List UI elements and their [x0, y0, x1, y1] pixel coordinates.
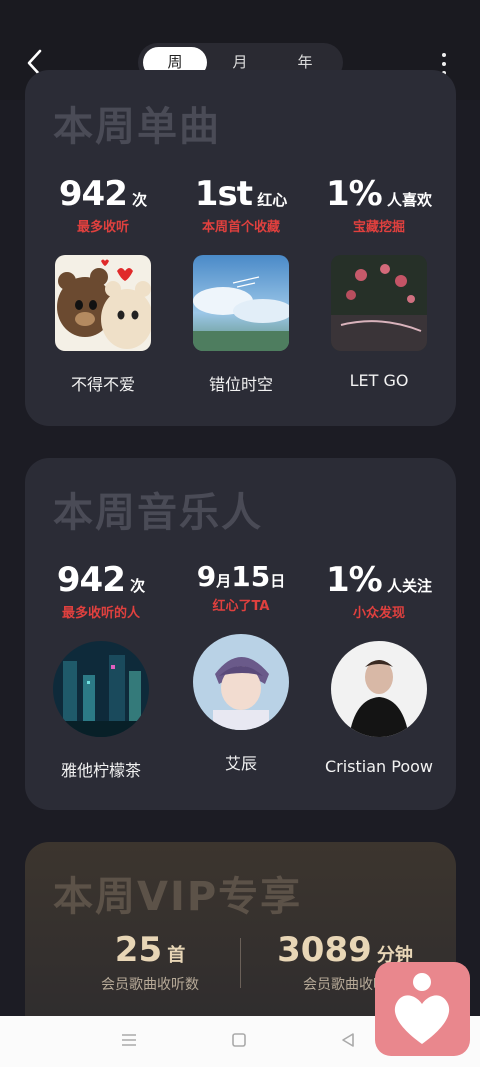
nav-home-icon[interactable]: [231, 1032, 247, 1048]
song-cover-bears[interactable]: [55, 255, 151, 351]
artists-title: 本周音乐人: [53, 490, 263, 536]
vip-title: 本周VIP专享: [53, 874, 303, 920]
divider: [240, 938, 241, 988]
song-name: 不得不爱: [70, 375, 135, 394]
artist-stat-most-played[interactable]: 942 次 最多收听的人 雅他柠檬茶: [31, 560, 171, 781]
song-cover-sky[interactable]: [193, 255, 289, 351]
artist-name: 雅他柠檬茶: [60, 761, 141, 780]
songs-title: 本周单曲: [53, 104, 221, 150]
weekly-artists-card: 本周音乐人 942 次 最多收听的人 雅他柠檬茶 9月15日 红心了TA 艾辰 …: [25, 458, 456, 810]
artist-stat-niche[interactable]: 1% 人关注 小众发现 Cristian Poow: [309, 560, 449, 776]
song-stat-treasure[interactable]: 1% 人喜欢 宝藏挖掘 LET GO: [309, 174, 449, 390]
nav-menu-icon[interactable]: [120, 1032, 138, 1048]
song-cover-flowers[interactable]: [331, 255, 427, 351]
song-name: LET GO: [349, 371, 409, 390]
artist-name: 艾辰: [224, 754, 257, 773]
artist-avatar-city[interactable]: [53, 641, 149, 737]
artist-name: Cristian Poow: [324, 757, 434, 776]
song-name: 错位时空: [208, 375, 273, 394]
nav-back-icon[interactable]: [340, 1032, 356, 1048]
artist-stat-favorited-date[interactable]: 9月15日 红心了TA 艾辰: [171, 560, 311, 774]
weekly-songs-card: 本周单曲 942 次 最多收听 不得不爱 1st 红心 本周首个收藏 错位时空 …: [25, 70, 456, 426]
artist-avatar-anime[interactable]: [193, 634, 289, 730]
song-stat-most-played[interactable]: 942 次 最多收听 不得不爱: [33, 174, 173, 395]
vip-songs-stat: 25 首 会员歌曲收听数: [101, 930, 199, 993]
song-stat-first-favorite[interactable]: 1st 红心 本周首个收藏 错位时空: [171, 174, 311, 395]
heart-person-icon[interactable]: [375, 962, 470, 1056]
artist-avatar-photo[interactable]: [331, 641, 427, 737]
